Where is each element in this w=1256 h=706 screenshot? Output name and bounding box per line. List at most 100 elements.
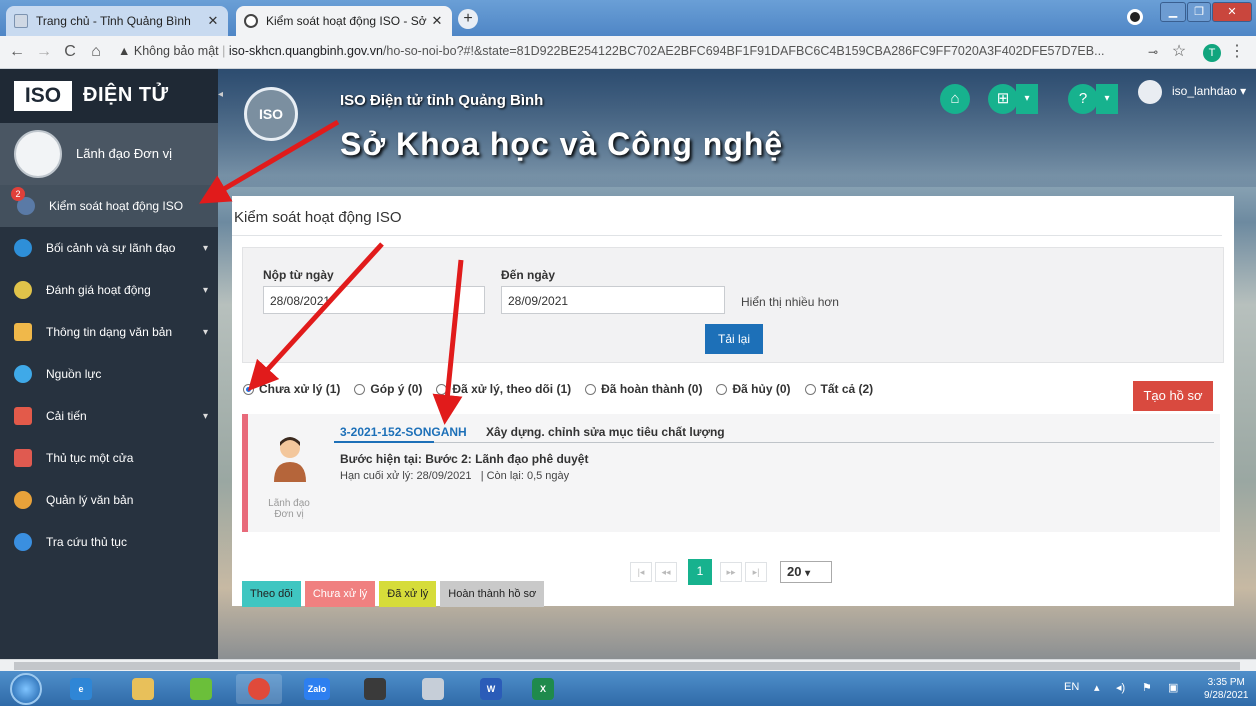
taskbar-media[interactable] (352, 674, 398, 704)
taskbar-chrome[interactable] (236, 674, 282, 704)
from-date-input[interactable]: 28/08/2021 (263, 286, 485, 314)
sidebar-item-evaluation[interactable]: Đánh giá hoạt động ▾ (0, 269, 218, 311)
taskbar-app[interactable] (178, 674, 224, 704)
sidebar-item-document-management[interactable]: Quản lý văn bản (0, 479, 218, 521)
main-panel: Kiểm soát hoạt động ISO Nộp từ ngày 28/0… (232, 196, 1234, 607)
record-code-underline (334, 441, 434, 443)
taskbar-zalo[interactable]: Zalo (294, 674, 340, 704)
sidebar-item-improvement[interactable]: Cải tiến ▾ (0, 395, 218, 437)
sidebar-collapse-icon[interactable]: ◂ (218, 89, 223, 100)
chrome-menu-circle-icon[interactable] (1127, 9, 1143, 25)
apps-grid-button[interactable]: ⊞ (988, 84, 1018, 114)
reload-icon[interactable]: C (61, 43, 79, 61)
first-page-button[interactable]: |◂ (630, 562, 652, 582)
browser-tab-strip: Trang chủ - Tỉnh Quảng Bình ✕ Kiểm soát … (0, 0, 1256, 36)
browser-tab[interactable]: Trang chủ - Tỉnh Quảng Bình ✕ (6, 6, 228, 36)
role-line: Lãnh đạo (268, 498, 310, 509)
new-tab-button[interactable]: + (458, 9, 478, 29)
next-page-button[interactable]: ▸▸ (720, 562, 742, 582)
chrome-menu-icon[interactable]: ⋮ (1228, 43, 1246, 61)
address-bar[interactable]: ▲ Không bảo mật | iso-skhcn.quangbinh.go… (118, 44, 1168, 62)
status-tab-processed[interactable]: Đã xử lý, theo dõi (1) (436, 382, 571, 396)
show-more-link[interactable]: Hiển thị nhiều hơn (741, 295, 839, 309)
minimize-button[interactable]: ▁ (1160, 2, 1186, 22)
flag-icon[interactable]: ⚑ (1142, 681, 1152, 694)
sidebar-item-label: Thông tin dạng văn bản (46, 325, 173, 339)
taskbar-word[interactable]: W (468, 674, 514, 704)
current-page-button[interactable]: 1 (688, 559, 712, 585)
close-tab-icon[interactable]: ✕ (430, 13, 444, 29)
network-icon[interactable]: ▣ (1168, 681, 1178, 694)
prev-page-button[interactable]: ◂◂ (655, 562, 677, 582)
close-window-button[interactable]: ✕ (1212, 2, 1252, 22)
taskbar-explorer[interactable] (120, 674, 166, 704)
status-tab-label: Góp ý (0) (370, 382, 423, 396)
help-dropdown-icon[interactable]: ▾ (1096, 84, 1118, 114)
radio-selected-icon (243, 383, 254, 395)
chart-icon (14, 407, 32, 425)
reload-button[interactable]: Tải lại (705, 324, 763, 354)
sidebar-item-context-leadership[interactable]: Bối cảnh và sự lãnh đạo ▾ (0, 227, 218, 269)
start-button[interactable] (10, 673, 42, 705)
apps-dropdown-icon[interactable]: ▾ (1016, 84, 1038, 114)
url-host: iso-skhcn.quangbinh.gov.vn (228, 44, 383, 58)
status-tab-all[interactable]: Tất cả (2) (804, 382, 873, 396)
home-button[interactable]: ⌂ (940, 84, 970, 114)
sidebar-item-label: Thủ tục một cửa (46, 451, 134, 465)
key-icon[interactable]: ⊸ (1144, 43, 1162, 61)
maximize-button[interactable]: ❐ (1187, 2, 1211, 22)
home-icon[interactable]: ⌂ (87, 43, 105, 61)
volume-icon[interactable]: ◂) (1116, 681, 1125, 694)
create-record-button[interactable]: Tạo hồ sơ (1133, 381, 1213, 411)
iso-control-icon: 2 (11, 187, 35, 215)
filter-panel: Nộp từ ngày 28/08/2021 Đến ngày 28/09/20… (242, 247, 1224, 363)
status-tab-pending[interactable]: Chưa xử lý (1) (243, 382, 340, 396)
film-icon (364, 678, 386, 700)
close-tab-icon[interactable]: ✕ (206, 13, 220, 29)
user-menu[interactable]: iso_lanhdao ▾ (1172, 84, 1246, 98)
sidebar-item-iso-control[interactable]: 2 Kiểm soát hoạt động ISO (0, 185, 218, 227)
scrollbar-thumb[interactable] (14, 662, 1240, 670)
sidebar-item-procedure-lookup[interactable]: Tra cứu thủ tục (0, 521, 218, 563)
brand[interactable]: ISO ĐIỆN TỬ (0, 69, 218, 123)
document-edit-icon (14, 491, 32, 509)
status-tab-cancelled[interactable]: Đã hủy (0) (716, 382, 791, 396)
record-code-link[interactable]: 3-2021-152-SONGANH (340, 425, 467, 439)
folder-icon (132, 678, 154, 700)
last-page-button[interactable]: ▸| (745, 562, 767, 582)
user-avatar[interactable] (1138, 80, 1162, 104)
taskbar-clock[interactable]: 3:35 PM 9/28/2021 (1204, 676, 1249, 702)
status-tab-feedback[interactable]: Góp ý (0) (354, 382, 422, 396)
magnifier-icon (422, 678, 444, 700)
help-button[interactable]: ? (1068, 84, 1098, 114)
browser-tab-active[interactable]: Kiểm soát hoạt động ISO - Sở Kh ✕ (236, 6, 452, 36)
language-indicator[interactable]: EN (1064, 681, 1079, 693)
list-item[interactable]: Lãnh đạo Đơn vị 3-2021-152-SONGANH Xây dự… (242, 414, 1220, 532)
taskbar-excel[interactable]: X (520, 674, 566, 704)
taskbar-ie[interactable]: e (58, 674, 104, 704)
status-tab-completed[interactable]: Đã hoàn thành (0) (585, 382, 702, 396)
profile-avatar[interactable]: T (1203, 44, 1221, 62)
from-date-label: Nộp từ ngày (263, 268, 334, 282)
url-path: /ho-so-noi-bo?#!&state=81D922BE254122BC7… (382, 44, 1105, 58)
horizontal-scrollbar[interactable] (0, 659, 1256, 671)
back-icon[interactable]: ← (8, 43, 26, 61)
legend-following: Theo dõi (242, 581, 301, 607)
tray-expand-icon[interactable]: ▴ (1094, 681, 1100, 694)
sidebar-item-documented-info[interactable]: Thông tin dạng văn bản ▾ (0, 311, 218, 353)
radio-icon (585, 383, 597, 395)
page-size-select[interactable]: 20 ▾ (780, 561, 832, 583)
to-date-input[interactable]: 28/09/2021 (501, 286, 725, 314)
sidebar-item-one-stop[interactable]: Thủ tục một cửa (0, 437, 218, 479)
title-divider (232, 235, 1222, 236)
taskbar-tool[interactable] (410, 674, 456, 704)
star-icon[interactable]: ☆ (1170, 43, 1188, 61)
sidebar-item-resources[interactable]: Nguồn lực (0, 353, 218, 395)
tab-title: Kiểm soát hoạt động ISO - Sở Kh (266, 14, 430, 28)
sidebar-user: Lãnh đạo Đơn vị (0, 123, 218, 185)
radio-icon (436, 383, 448, 395)
radio-icon (804, 383, 816, 395)
legend-pending: Chưa xử lý (304, 581, 376, 607)
page-title: Kiểm soát hoạt động ISO (234, 209, 402, 226)
forward-icon[interactable]: → (35, 43, 53, 61)
